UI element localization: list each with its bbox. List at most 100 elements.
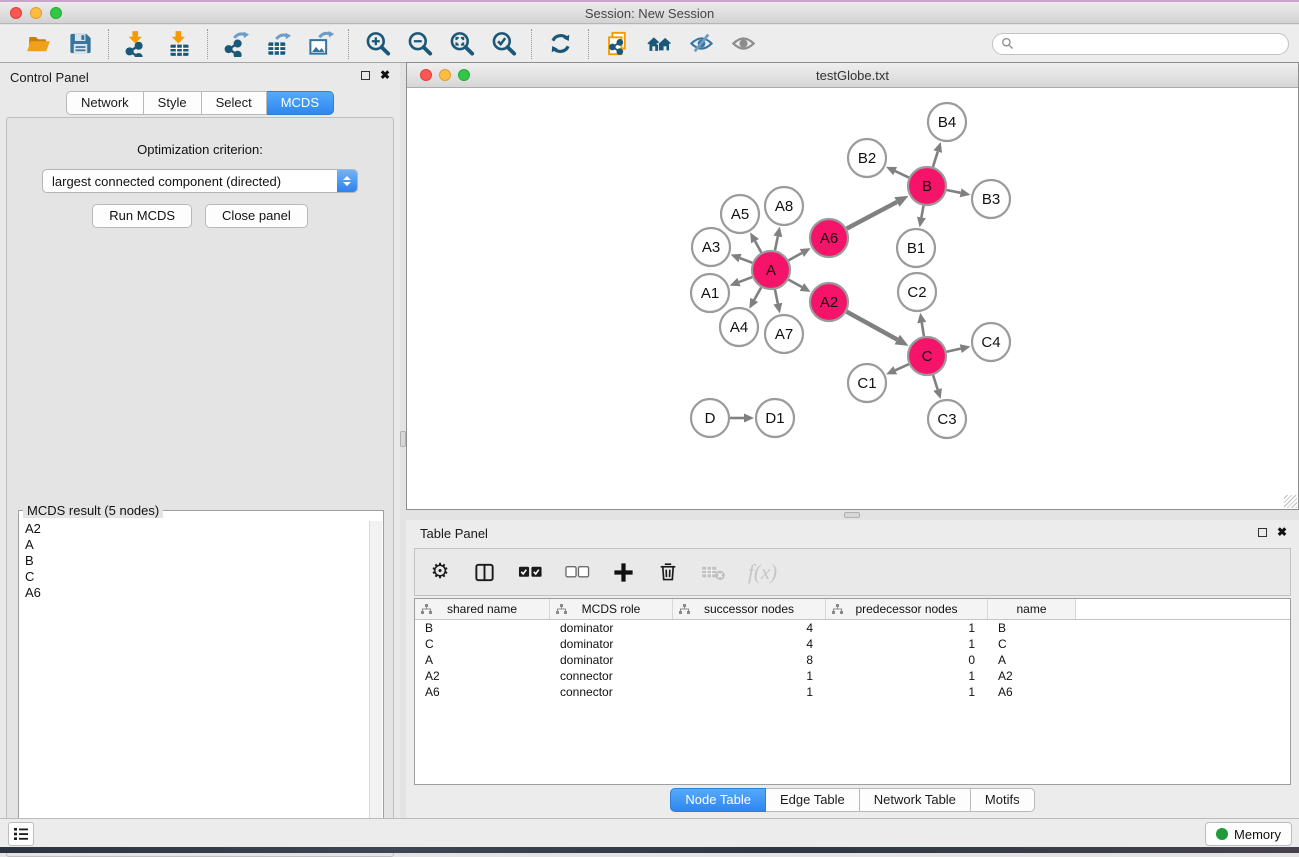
mcds-result-item[interactable]: A2 (20, 521, 369, 537)
table-row[interactable]: A6connector11A6 (415, 684, 1290, 700)
edge-A-A8[interactable] (775, 236, 778, 250)
mcds-result-item[interactable]: C (20, 569, 369, 585)
graph-node-A2[interactable]: A2 (810, 283, 848, 321)
edge-A-A7[interactable] (775, 290, 778, 304)
table-cell[interactable]: A (988, 652, 1076, 668)
graph-node-D[interactable]: D (691, 399, 729, 437)
edge-A-A5[interactable] (755, 241, 761, 252)
import-table-button[interactable] (163, 29, 195, 59)
select-all-button[interactable] (518, 559, 543, 585)
tab-select[interactable]: Select (202, 91, 267, 115)
close-panel-button[interactable]: Close panel (205, 204, 308, 228)
graph-node-A3[interactable]: A3 (692, 228, 730, 266)
import-network-button[interactable] (121, 29, 153, 59)
tab-edge-table[interactable]: Edge Table (766, 788, 860, 812)
run-mcds-button[interactable]: Run MCDS (92, 204, 192, 228)
graph-node-B[interactable]: B (908, 167, 946, 205)
add-column-button[interactable] (612, 559, 635, 585)
graph-node-B3[interactable]: B3 (972, 180, 1010, 218)
graph-node-C1[interactable]: C1 (848, 364, 886, 402)
table-cell[interactable]: C (988, 636, 1076, 652)
float-table-panel-icon[interactable] (1258, 528, 1267, 537)
mcds-result-item[interactable]: B (20, 553, 369, 569)
table-cell[interactable]: 1 (826, 684, 988, 700)
table-cell[interactable]: connector (550, 668, 673, 684)
table-cell[interactable]: A6 (988, 684, 1076, 700)
edge-A-A1[interactable] (739, 277, 752, 282)
table-cell[interactable]: dominator (550, 636, 673, 652)
table-cell[interactable]: connector (550, 684, 673, 700)
network-graph[interactable]: B4B2BB3A8A5A6A3B1AC2A1A2A4A7C4CC1DD1C3 (407, 88, 1298, 509)
split-panel-button[interactable] (473, 559, 496, 585)
copy-network-button[interactable] (601, 29, 633, 59)
deselect-all-button[interactable] (565, 559, 590, 585)
criterion-dropdown[interactable]: largest connected component (directed) (42, 169, 358, 193)
table-cell[interactable]: 1 (826, 620, 988, 636)
horizontal-splitter[interactable] (406, 510, 1299, 520)
open-folder-button[interactable] (22, 29, 54, 59)
edge-B-B3[interactable] (947, 190, 961, 193)
column-header-predecessor-nodes[interactable]: predecessor nodes (826, 599, 988, 619)
table-cell[interactable]: 8 (673, 652, 826, 668)
column-header-name[interactable]: name (988, 599, 1076, 619)
tab-network[interactable]: Network (66, 91, 144, 115)
horizontal-splitter-handle[interactable] (844, 512, 860, 518)
table-cell[interactable]: A2 (415, 668, 550, 684)
zoom-in-button[interactable] (361, 29, 393, 59)
table-cell[interactable]: 1 (673, 684, 826, 700)
graph-node-D1[interactable]: D1 (756, 399, 794, 437)
save-session-button[interactable] (64, 29, 96, 59)
table-row[interactable]: A2connector11A2 (415, 668, 1290, 684)
tab-network-table[interactable]: Network Table (860, 788, 971, 812)
search-input[interactable] (1018, 37, 1280, 51)
table-cell[interactable]: A2 (988, 668, 1076, 684)
edge-A-A6[interactable] (789, 253, 802, 260)
table-cell[interactable]: 4 (673, 620, 826, 636)
hide-graphics-details-button[interactable] (685, 29, 717, 59)
graph-node-A8[interactable]: A8 (765, 187, 803, 225)
gear-button[interactable]: ⚙ (429, 559, 451, 585)
graph-node-C4[interactable]: C4 (972, 323, 1010, 361)
table-cell[interactable]: dominator (550, 652, 673, 668)
table-cell[interactable]: 1 (826, 636, 988, 652)
memory-button[interactable]: Memory (1205, 822, 1292, 846)
table-cell[interactable]: 1 (826, 668, 988, 684)
edge-C-C1[interactable] (895, 364, 908, 370)
table-cell[interactable]: 0 (826, 652, 988, 668)
table-cell[interactable]: 1 (673, 668, 826, 684)
close-table-panel-icon[interactable]: ✖ (1277, 526, 1287, 538)
edge-A2-C[interactable] (847, 312, 898, 340)
edge-B-B2[interactable] (895, 171, 909, 177)
column-header-MCDS-role[interactable]: MCDS role (550, 599, 673, 619)
edge-A-A2[interactable] (789, 280, 802, 287)
edge-C-C2[interactable] (922, 323, 924, 337)
edge-C-C4[interactable] (947, 349, 961, 352)
mcds-result-item[interactable]: A6 (20, 585, 369, 601)
graph-node-A7[interactable]: A7 (765, 315, 803, 353)
table-row[interactable]: Cdominator41C (415, 636, 1290, 652)
export-image-button[interactable] (304, 29, 336, 59)
table-cell[interactable]: 4 (673, 636, 826, 652)
graph-node-A[interactable]: A (752, 251, 790, 289)
mcds-result-list[interactable]: A2ABCA6 (20, 521, 369, 851)
edge-B-B1[interactable] (921, 206, 923, 218)
table-cell[interactable]: dominator (550, 620, 673, 636)
graph-node-A5[interactable]: A5 (721, 195, 759, 233)
delete-column-button[interactable] (657, 559, 679, 585)
export-network-button[interactable] (220, 29, 252, 59)
network-home-button[interactable] (643, 29, 675, 59)
table-row[interactable]: Bdominator41B (415, 620, 1290, 636)
float-panel-icon[interactable] (361, 71, 370, 80)
zoom-out-button[interactable] (403, 29, 435, 59)
tab-node-table[interactable]: Node Table (670, 788, 766, 812)
result-list-scrollbar[interactable] (369, 521, 382, 851)
zoom-selected-button[interactable] (487, 29, 519, 59)
edge-A6-B[interactable] (847, 202, 897, 229)
edge-B-B4[interactable] (933, 152, 938, 167)
table-cell[interactable]: A (415, 652, 550, 668)
export-table-button[interactable] (262, 29, 294, 59)
graph-node-B4[interactable]: B4 (928, 103, 966, 141)
network-canvas[interactable]: B4B2BB3A8A5A6A3B1AC2A1A2A4A7C4CC1DD1C3 (407, 88, 1298, 509)
table-cell[interactable]: C (415, 636, 550, 652)
tab-motifs[interactable]: Motifs (971, 788, 1035, 812)
